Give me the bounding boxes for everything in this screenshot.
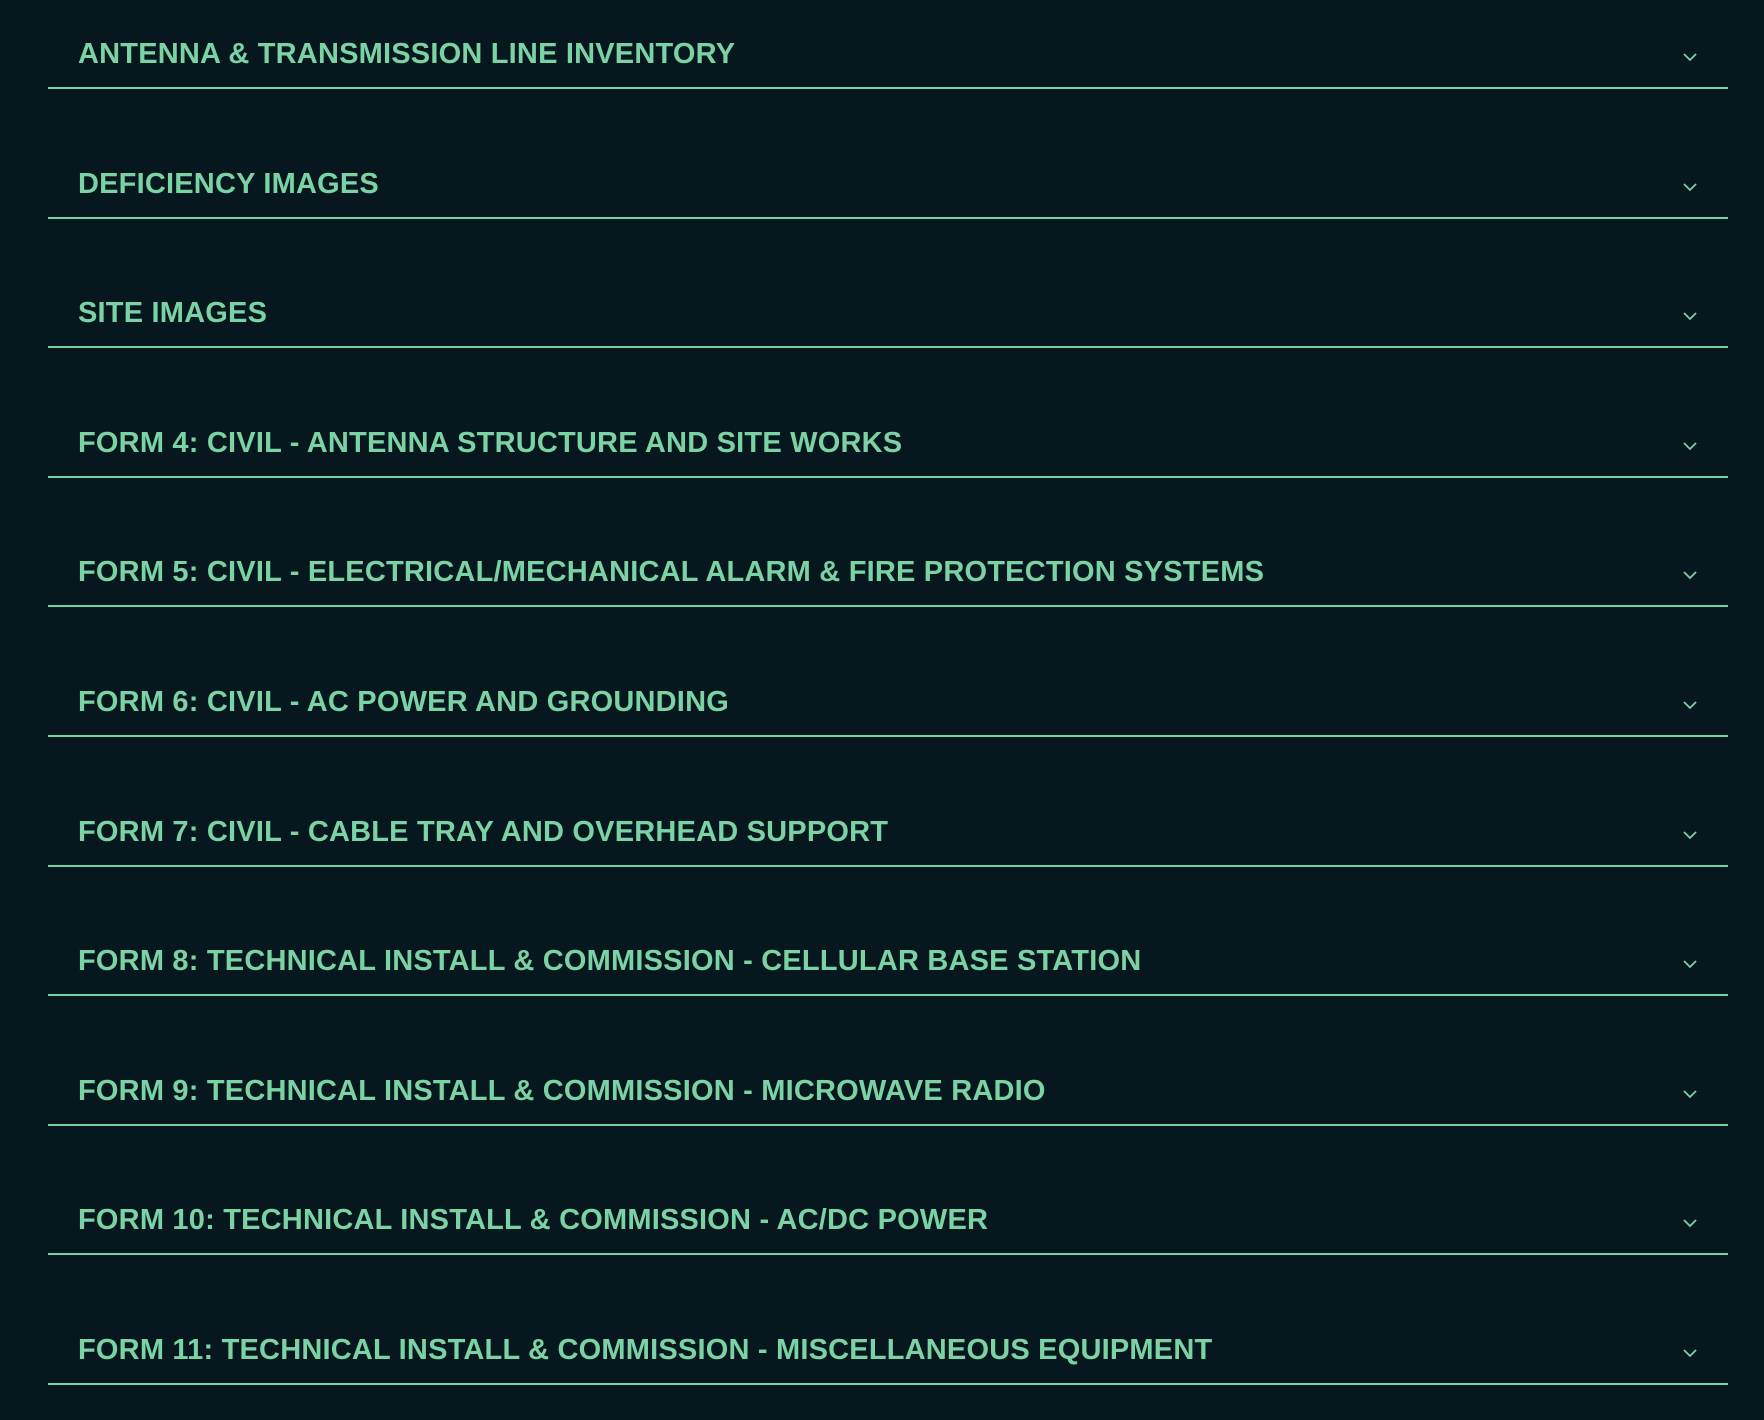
- accordion-item-antenna-inventory[interactable]: ANTENNA & TRANSMISSION LINE INVENTORY: [48, 0, 1728, 89]
- accordion-item-label: SITE IMAGES: [78, 297, 268, 330]
- accordion-item-form-11[interactable]: FORM 11: TECHNICAL INSTALL & COMMISSION …: [48, 1296, 1728, 1385]
- accordion-item-label: FORM 7: CIVIL - CABLE TRAY AND OVERHEAD …: [78, 815, 889, 848]
- accordion-item-site-images[interactable]: SITE IMAGES: [48, 259, 1728, 349]
- accordion-item-form-9[interactable]: FORM 9: TECHNICAL INSTALL & COMMISSION -…: [48, 1037, 1728, 1126]
- accordion-item-deficiency-images[interactable]: DEFICIENCY IMAGES: [48, 130, 1728, 219]
- accordion-item-form-4[interactable]: FORM 4: CIVIL - ANTENNA STRUCTURE AND SI…: [48, 389, 1728, 478]
- accordion-item-form-10[interactable]: FORM 10: TECHNICAL INSTALL & COMMISSION …: [48, 1166, 1728, 1256]
- accordion-item-form-6[interactable]: FORM 6: CIVIL - AC POWER AND GROUNDING: [48, 648, 1728, 737]
- chevron-down-icon[interactable]: [1682, 699, 1698, 711]
- chevron-down-icon[interactable]: [1682, 51, 1698, 63]
- chevron-down-icon[interactable]: [1682, 958, 1698, 970]
- accordion-item-label: FORM 6: CIVIL - AC POWER AND GROUNDING: [78, 685, 729, 718]
- chevron-down-icon[interactable]: [1682, 181, 1698, 193]
- accordion-item-label: ANTENNA & TRANSMISSION LINE INVENTORY: [78, 38, 736, 70]
- accordion-item-label: FORM 11: TECHNICAL INSTALL & COMMISSION …: [78, 1333, 1213, 1366]
- chevron-down-icon[interactable]: [1682, 829, 1698, 841]
- chevron-down-icon[interactable]: [1682, 1088, 1698, 1100]
- chevron-down-icon[interactable]: [1682, 310, 1698, 322]
- accordion-item-label: FORM 5: CIVIL - ELECTRICAL/MECHANICAL AL…: [78, 556, 1265, 589]
- accordion-item-form-8[interactable]: FORM 8: TECHNICAL INSTALL & COMMISSION -…: [48, 907, 1728, 997]
- chevron-down-icon[interactable]: [1682, 1347, 1698, 1359]
- accordion-item-form-5[interactable]: FORM 5: CIVIL - ELECTRICAL/MECHANICAL AL…: [48, 518, 1728, 608]
- accordion-item-label: FORM 8: TECHNICAL INSTALL & COMMISSION -…: [78, 945, 1142, 978]
- accordion-item-label: FORM 10: TECHNICAL INSTALL & COMMISSION …: [78, 1204, 989, 1237]
- accordion-item-form-7[interactable]: FORM 7: CIVIL - CABLE TRAY AND OVERHEAD …: [48, 778, 1728, 867]
- accordion-item-label: FORM 4: CIVIL - ANTENNA STRUCTURE AND SI…: [78, 426, 903, 459]
- chevron-down-icon[interactable]: [1682, 440, 1698, 452]
- accordion-item-label: FORM 9: TECHNICAL INSTALL & COMMISSION -…: [78, 1074, 1046, 1107]
- chevron-down-icon[interactable]: [1682, 1217, 1698, 1229]
- accordion-list: ANTENNA & TRANSMISSION LINE INVENTORY DE…: [48, 0, 1728, 1420]
- accordion-item-label: DEFICIENCY IMAGES: [78, 167, 379, 200]
- chevron-down-icon[interactable]: [1682, 569, 1698, 581]
